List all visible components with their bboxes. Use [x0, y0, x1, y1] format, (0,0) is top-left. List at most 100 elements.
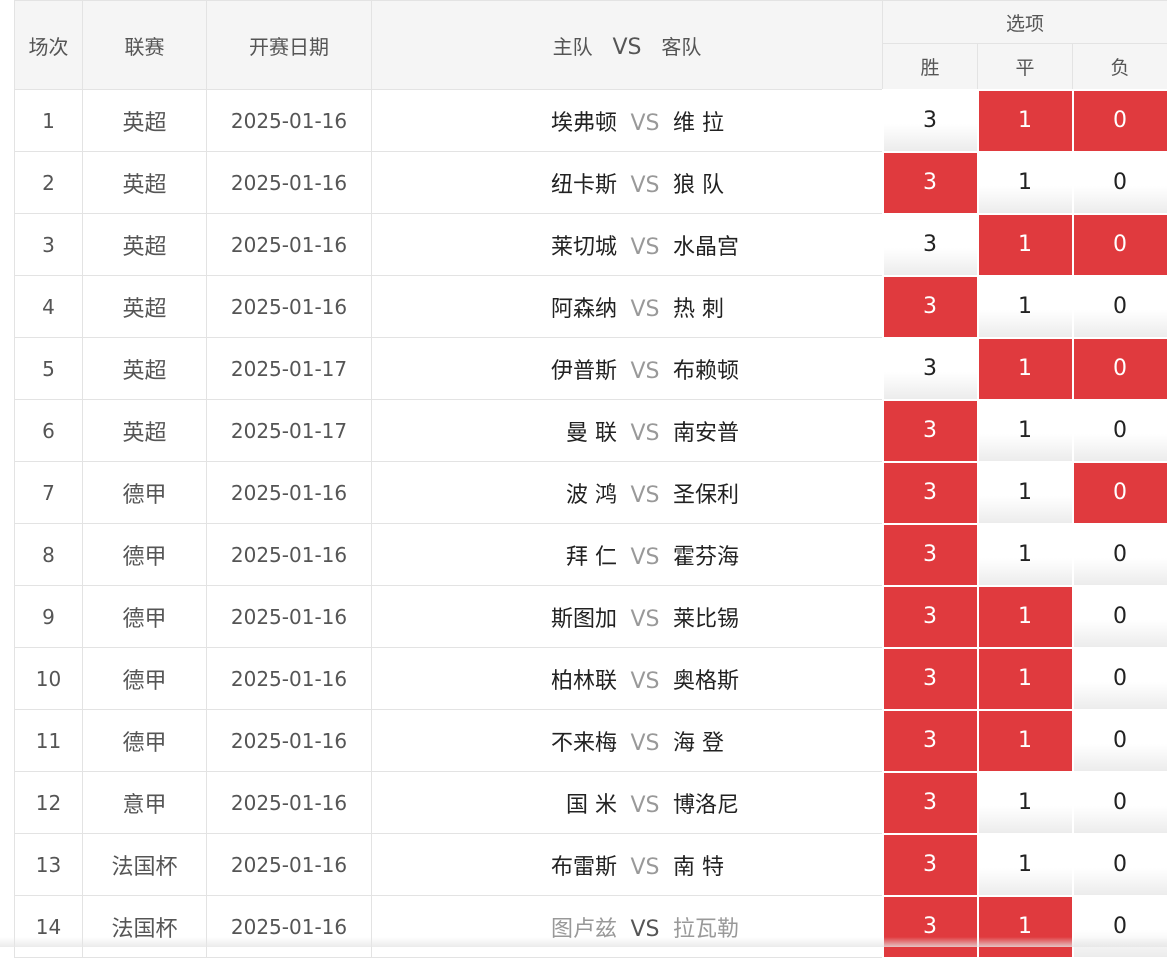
option-win-button[interactable]: 3	[883, 214, 978, 276]
vs-label: VS	[617, 855, 673, 880]
away-team: 南 特	[673, 849, 883, 881]
option-loss-button[interactable]: 0	[1073, 152, 1167, 214]
vs-label: VS	[617, 917, 673, 942]
option-win-button[interactable]: 3	[883, 710, 978, 772]
match-number: 7	[15, 462, 83, 524]
option-loss-button[interactable]: 0	[1073, 90, 1167, 152]
option-draw-button[interactable]: 1	[978, 710, 1073, 772]
table-row: 11德甲2025-01-16不来梅VS海 登310	[15, 710, 1167, 772]
league-name: 德甲	[83, 462, 207, 524]
match-date: 2025-01-16	[207, 214, 372, 276]
header-loss: 负	[1073, 44, 1167, 90]
table-row: 14法国杯2025-01-16图卢兹VS拉瓦勒310	[15, 896, 1167, 958]
option-draw-button[interactable]: 1	[978, 90, 1073, 152]
table-row: 6英超2025-01-17曼 联VS南安普310	[15, 400, 1167, 462]
option-loss-button[interactable]: 0	[1073, 338, 1167, 400]
option-win-button[interactable]: 3	[883, 400, 978, 462]
home-team: 布雷斯	[372, 849, 617, 881]
option-loss-button[interactable]: 0	[1073, 462, 1167, 524]
option-loss-button[interactable]: 0	[1073, 648, 1167, 710]
match-teams: 伊普斯VS布赖顿	[372, 338, 883, 400]
option-win-button[interactable]: 3	[883, 462, 978, 524]
header-draw: 平	[978, 44, 1073, 90]
league-name: 英超	[83, 400, 207, 462]
option-loss-button[interactable]: 0	[1073, 834, 1167, 896]
league-name: 英超	[83, 90, 207, 152]
option-loss-button[interactable]: 0	[1073, 524, 1167, 586]
option-draw-button[interactable]: 1	[978, 276, 1073, 338]
away-team: 圣保利	[673, 477, 883, 509]
away-team: 狼 队	[673, 167, 883, 199]
match-teams: 阿森纳VS热 刺	[372, 276, 883, 338]
match-number: 3	[15, 214, 83, 276]
option-loss-button[interactable]: 0	[1073, 400, 1167, 462]
option-loss-button[interactable]: 0	[1073, 896, 1167, 958]
option-draw-button[interactable]: 1	[978, 214, 1073, 276]
option-win-button[interactable]: 3	[883, 524, 978, 586]
header-vs: VS	[599, 35, 655, 60]
match-teams: 图卢兹VS拉瓦勒	[372, 896, 883, 958]
league-name: 德甲	[83, 524, 207, 586]
match-table: 场次 联赛 开赛日期 主队 VS 客队 选项 胜 平 负 1英超2025-01-…	[14, 0, 1167, 959]
match-date: 2025-01-16	[207, 834, 372, 896]
match-date: 2025-01-16	[207, 772, 372, 834]
match-date: 2025-01-16	[207, 524, 372, 586]
away-team: 水晶宫	[673, 229, 883, 261]
header-win: 胜	[883, 44, 978, 90]
match-teams: 不来梅VS海 登	[372, 710, 883, 772]
option-win-button[interactable]: 3	[883, 152, 978, 214]
option-loss-button[interactable]: 0	[1073, 214, 1167, 276]
option-draw-button[interactable]: 1	[978, 400, 1073, 462]
league-name: 英超	[83, 276, 207, 338]
option-win-button[interactable]: 3	[883, 834, 978, 896]
header-league: 联赛	[83, 1, 207, 90]
match-number: 4	[15, 276, 83, 338]
vs-label: VS	[617, 731, 673, 756]
home-team: 拜 仁	[372, 539, 617, 571]
option-loss-button[interactable]: 0	[1073, 772, 1167, 834]
option-draw-button[interactable]: 1	[978, 896, 1073, 958]
match-number: 12	[15, 772, 83, 834]
option-win-button[interactable]: 3	[883, 648, 978, 710]
option-win-button[interactable]: 3	[883, 896, 978, 958]
option-draw-button[interactable]: 1	[978, 338, 1073, 400]
option-draw-button[interactable]: 1	[978, 524, 1073, 586]
option-win-button[interactable]: 3	[883, 772, 978, 834]
option-draw-button[interactable]: 1	[978, 586, 1073, 648]
away-team: 热 刺	[673, 291, 883, 323]
match-date: 2025-01-17	[207, 400, 372, 462]
option-draw-button[interactable]: 1	[978, 772, 1073, 834]
option-loss-button[interactable]: 0	[1073, 586, 1167, 648]
match-number: 13	[15, 834, 83, 896]
table-row: 7德甲2025-01-16波 鸿VS圣保利310	[15, 462, 1167, 524]
option-draw-button[interactable]: 1	[978, 152, 1073, 214]
match-date: 2025-01-16	[207, 462, 372, 524]
header-date: 开赛日期	[207, 1, 372, 90]
vs-label: VS	[617, 421, 673, 446]
header-away: 客队	[661, 31, 701, 60]
option-draw-button[interactable]: 1	[978, 834, 1073, 896]
option-loss-button[interactable]: 0	[1073, 276, 1167, 338]
option-loss-button[interactable]: 0	[1073, 710, 1167, 772]
header-options: 选项	[883, 1, 1167, 44]
home-team: 图卢兹	[372, 911, 617, 943]
match-teams: 埃弗顿VS维 拉	[372, 90, 883, 152]
vs-label: VS	[617, 173, 673, 198]
table-row: 4英超2025-01-16阿森纳VS热 刺310	[15, 276, 1167, 338]
match-number: 1	[15, 90, 83, 152]
option-draw-button[interactable]: 1	[978, 648, 1073, 710]
option-win-button[interactable]: 3	[883, 586, 978, 648]
match-teams: 曼 联VS南安普	[372, 400, 883, 462]
home-team: 柏林联	[372, 663, 617, 695]
option-draw-button[interactable]: 1	[978, 462, 1073, 524]
match-teams: 纽卡斯VS狼 队	[372, 152, 883, 214]
option-win-button[interactable]: 3	[883, 90, 978, 152]
option-win-button[interactable]: 3	[883, 276, 978, 338]
match-date: 2025-01-16	[207, 90, 372, 152]
option-win-button[interactable]: 3	[883, 338, 978, 400]
match-date: 2025-01-16	[207, 896, 372, 958]
match-date: 2025-01-16	[207, 586, 372, 648]
match-teams: 斯图加VS莱比锡	[372, 586, 883, 648]
match-teams: 莱切城VS水晶宫	[372, 214, 883, 276]
away-team: 霍芬海	[673, 539, 883, 571]
